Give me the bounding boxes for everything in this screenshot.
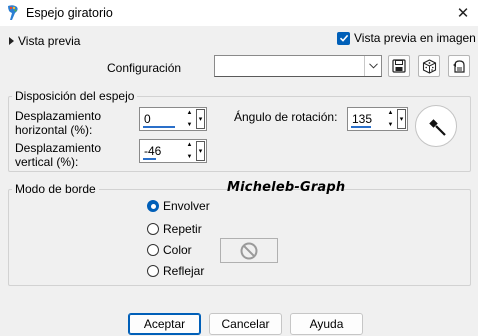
image-preview-toggle[interactable]: Vista previa en imagen — [337, 31, 476, 45]
chevron-down-icon[interactable] — [364, 56, 381, 76]
save-preset-button[interactable] — [388, 55, 410, 77]
ok-button[interactable]: Aceptar — [128, 313, 201, 335]
horizontal-offset-value[interactable]: 0 — [144, 112, 151, 126]
radio-color[interactable] — [147, 244, 159, 256]
config-dropdown[interactable] — [214, 55, 382, 77]
horizontal-offset-bar — [143, 126, 175, 128]
border-mode-legend: Modo de borde — [12, 182, 99, 196]
rotation-angle-value[interactable]: 135 — [352, 112, 372, 126]
vertical-offset-label: Desplazamiento vertical (%): — [15, 141, 102, 169]
border-color-swatch[interactable] — [220, 238, 278, 263]
radio-reflect[interactable] — [147, 265, 159, 277]
rotation-dial-needle — [429, 119, 446, 136]
rotation-angle-label: Ángulo de rotación: — [234, 110, 338, 124]
border-option-repeat[interactable]: Repetir — [147, 222, 202, 236]
expand-triangle-icon — [9, 37, 14, 45]
horizontal-offset-dropdown[interactable]: ▾ — [196, 109, 205, 129]
randomize-button[interactable] — [418, 55, 440, 77]
image-preview-checkbox[interactable] — [337, 31, 350, 45]
checkmark-icon — [339, 34, 348, 42]
border-option-wrap[interactable]: Envolver — [147, 199, 210, 213]
preview-expander-label: Vista previa — [18, 34, 81, 48]
horizontal-offset-arrows[interactable]: ▲ ▼ — [185, 109, 194, 129]
spin-down-icon[interactable]: ▼ — [187, 121, 193, 129]
radio-reflect-label: Reflejar — [163, 264, 205, 278]
watermark-signature: Micheleb-Graph — [227, 180, 346, 195]
image-preview-label: Vista previa en imagen — [354, 31, 476, 45]
spin-down-icon[interactable]: ▼ — [388, 121, 394, 129]
vertical-offset-arrows[interactable]: ▲ ▼ — [185, 141, 194, 161]
radio-repeat-label: Repetir — [163, 222, 202, 236]
spin-down-icon[interactable]: ▼ — [187, 153, 193, 161]
spin-up-icon[interactable]: ▲ — [187, 109, 193, 117]
cancel-button-label: Cancelar — [221, 317, 270, 331]
help-button-label: Ayuda — [309, 317, 344, 331]
reset-defaults-icon — [452, 59, 465, 73]
border-option-reflect[interactable]: Reflejar — [147, 264, 204, 278]
reset-defaults-button[interactable] — [448, 55, 470, 77]
radio-wrap-label: Envolver — [163, 199, 210, 213]
spin-up-icon[interactable]: ▲ — [388, 109, 394, 117]
preview-expander[interactable]: Vista previa — [9, 34, 80, 48]
horizontal-offset-spinner[interactable]: 0 ▲ ▼ ▾ — [139, 107, 207, 131]
rotation-angle-arrows[interactable]: ▲ ▼ — [386, 109, 395, 129]
randomize-dice-icon — [422, 58, 436, 74]
rotation-dial[interactable] — [415, 105, 457, 147]
help-button[interactable]: Ayuda — [290, 313, 363, 335]
no-color-icon — [240, 242, 258, 259]
horizontal-offset-label: Desplazamiento horizontal (%): — [15, 109, 102, 137]
border-option-color[interactable]: Color — [147, 243, 192, 257]
ok-button-label: Aceptar — [143, 317, 186, 331]
title-bar: Espejo giratorio ✕ — [0, 0, 478, 26]
cancel-button[interactable]: Cancelar — [209, 313, 282, 335]
paintshop-palette-icon — [8, 5, 18, 20]
window-title: Espejo giratorio — [26, 6, 113, 20]
save-preset-icon — [392, 59, 406, 73]
vertical-offset-spinner[interactable]: -46 ▲ ▼ ▾ — [139, 139, 207, 163]
spin-up-icon[interactable]: ▲ — [187, 141, 193, 149]
vertical-offset-value[interactable]: -46 — [144, 144, 161, 158]
rotation-angle-spinner[interactable]: 135 ▲ ▼ ▾ — [347, 107, 408, 131]
close-icon: ✕ — [456, 5, 470, 22]
mirror-group-legend: Disposición del espejo — [12, 89, 138, 103]
vertical-offset-dropdown[interactable]: ▾ — [196, 141, 205, 161]
radio-color-label: Color — [163, 243, 192, 257]
radio-repeat[interactable] — [147, 223, 159, 235]
rotation-angle-dropdown[interactable]: ▾ — [397, 109, 406, 129]
rotation-angle-bar — [351, 126, 371, 128]
close-button[interactable]: ✕ — [448, 0, 478, 26]
radio-wrap[interactable] — [147, 200, 159, 212]
config-label: Configuración — [107, 61, 182, 75]
vertical-offset-bar — [143, 158, 156, 160]
